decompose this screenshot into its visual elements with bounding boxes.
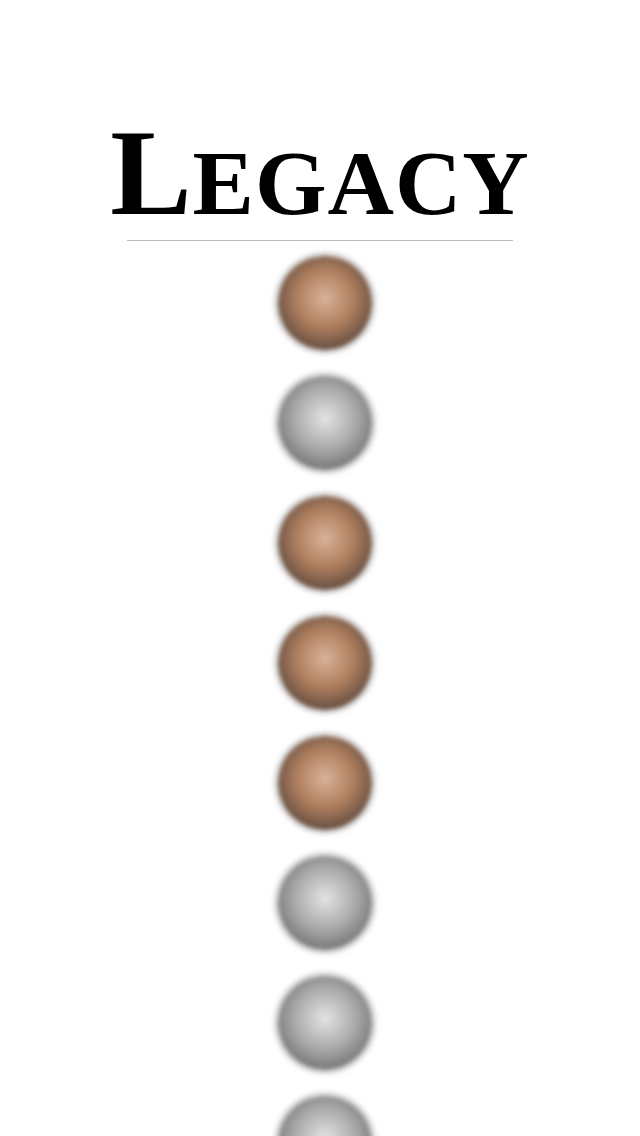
portrait[interactable] [275,493,375,593]
portrait-photo [278,616,372,710]
title-rule [127,240,513,241]
portrait[interactable] [275,373,375,473]
legacy-screen: LEGACY [0,0,640,1136]
portrait-photo [278,256,372,350]
portrait-photo [278,496,372,590]
portrait[interactable] [275,853,375,953]
portrait-photo [278,976,372,1070]
portrait[interactable] [275,973,375,1073]
portrait[interactable] [275,1093,375,1136]
portrait[interactable] [275,253,375,353]
portrait-photo [278,1096,372,1136]
portrait-photo [278,376,372,470]
portrait[interactable] [275,733,375,833]
portrait-photo [278,736,372,830]
title: LEGACY [110,112,530,234]
portrait-photo [278,856,372,950]
portrait[interactable] [275,613,375,713]
header: LEGACY [110,0,530,241]
portrait-list [265,253,375,1136]
